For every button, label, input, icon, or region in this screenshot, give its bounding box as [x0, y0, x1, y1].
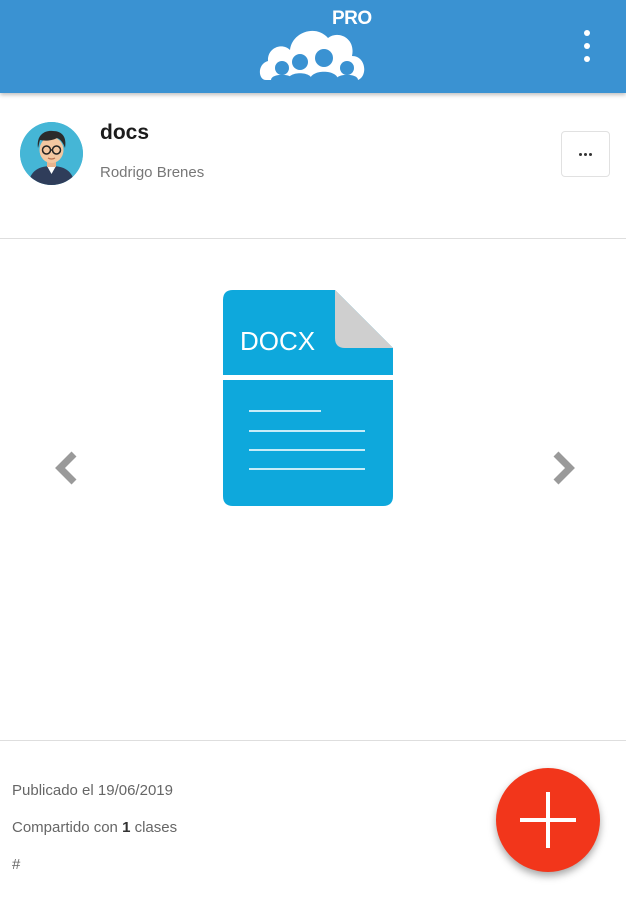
chevron-right-icon[interactable] — [548, 450, 578, 486]
shared-prefix: Compartido con — [12, 819, 123, 836]
shared-with[interactable]: Compartido con 1 clases — [12, 819, 177, 836]
app-bar: PRO — [0, 0, 626, 93]
post-tags[interactable]: # — [12, 856, 20, 873]
post-title: docs — [100, 121, 150, 144]
more-horiz-icon[interactable] — [561, 131, 610, 177]
app-logo[interactable]: PRO — [258, 8, 372, 80]
avatar[interactable] — [20, 122, 83, 185]
post-author[interactable]: Rodrigo Brenes — [100, 164, 204, 181]
shared-suffix: clases — [130, 819, 178, 836]
add-button[interactable] — [496, 768, 600, 872]
post-header: docs Rodrigo Brenes — [0, 93, 626, 239]
published-date: Publicado el 19/06/2019 — [12, 782, 173, 799]
more-vert-icon[interactable] — [582, 30, 592, 62]
file-type-label: DOCX — [240, 326, 316, 356]
attachment-viewer: DOCX — [0, 240, 626, 741]
chevron-left-icon[interactable] — [52, 450, 82, 486]
docx-file-icon[interactable]: DOCX — [223, 290, 393, 506]
cloud-group-icon — [259, 30, 365, 80]
